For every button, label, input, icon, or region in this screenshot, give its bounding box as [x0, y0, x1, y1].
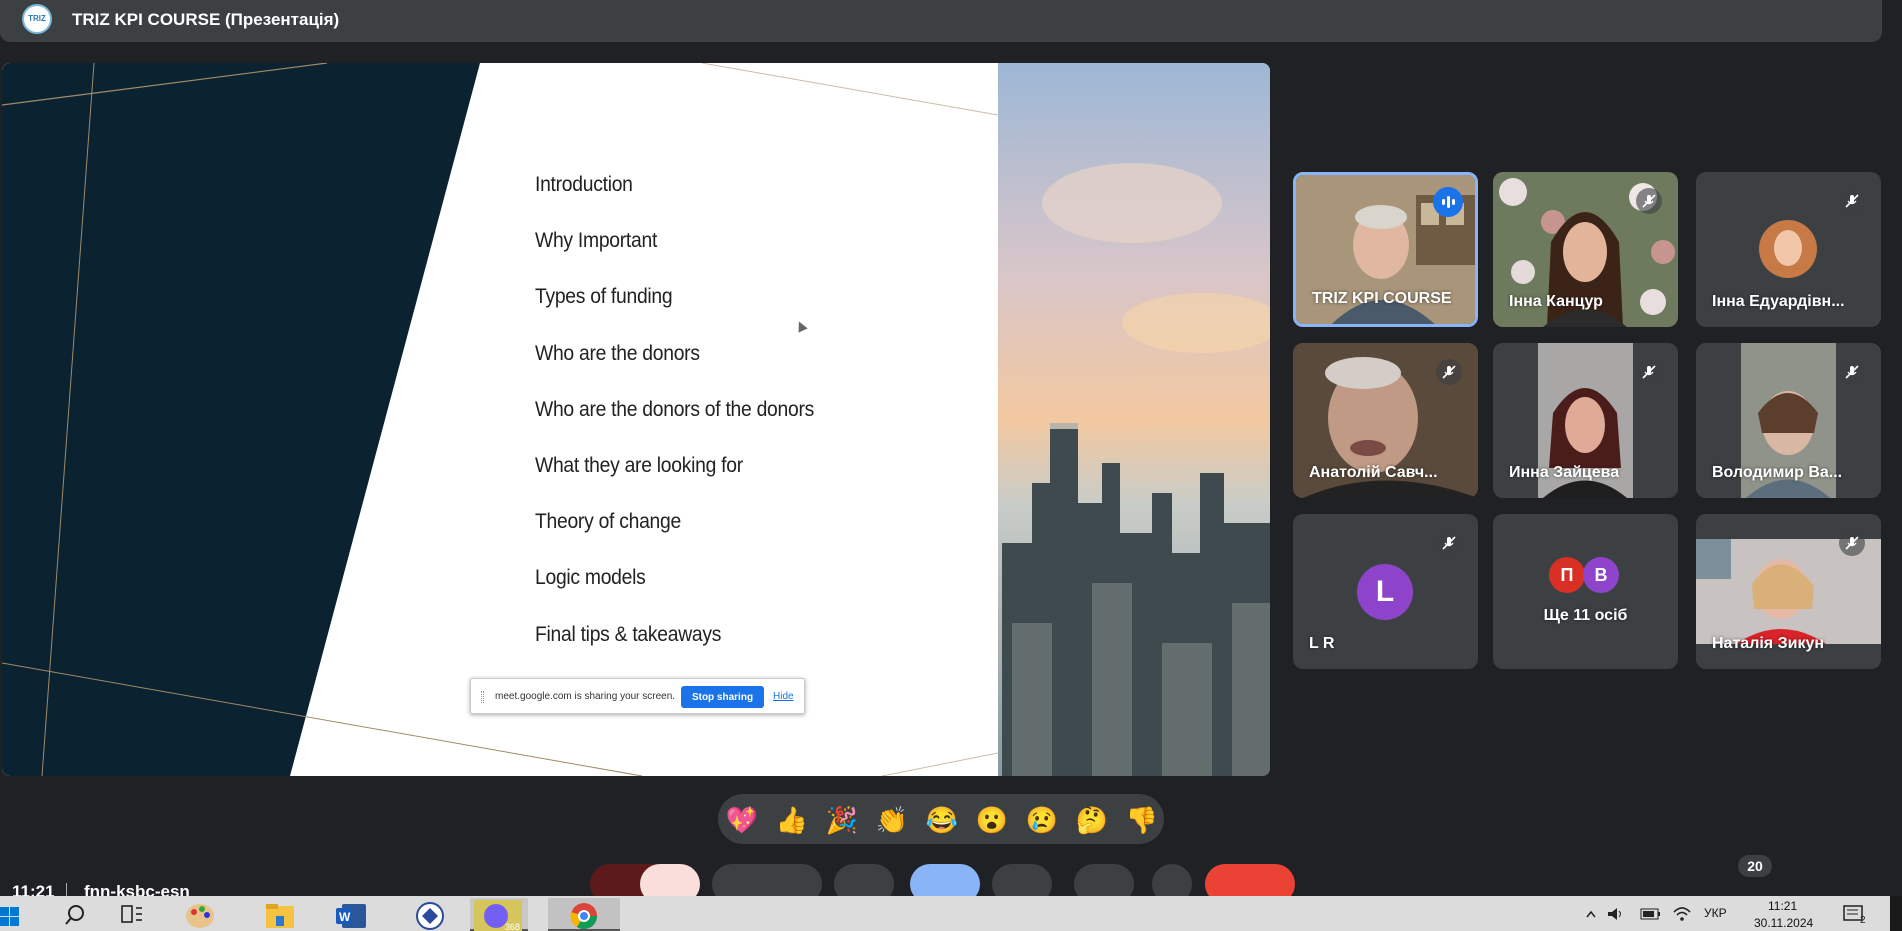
party-reaction[interactable]: 🎉: [824, 802, 860, 838]
svg-text:W: W: [339, 910, 351, 924]
viber-icon: 368: [474, 900, 522, 931]
screen-share-banner: meet.google.com is sharing your screen. …: [470, 678, 805, 714]
participant-name: Інна Канцур: [1509, 293, 1603, 310]
participant-tile[interactable]: Володимир Ва...: [1696, 343, 1881, 498]
agenda-item: Theory of change: [535, 510, 681, 534]
task-view-icon[interactable]: [110, 898, 154, 931]
file-explorer-icon[interactable]: [258, 898, 302, 931]
mic-off-icon: [1636, 188, 1662, 214]
participant-tile[interactable]: Анатолій Савч...: [1293, 343, 1478, 498]
participant-tile[interactable]: L L R: [1293, 514, 1478, 669]
viber-taskbar-item[interactable]: 368: [470, 898, 528, 931]
agenda-item: Why Important: [535, 229, 658, 253]
chrome-icon: [570, 903, 598, 930]
participant-name: Інна Едуардівн...: [1712, 293, 1845, 310]
hide-banner-link[interactable]: Hide: [773, 691, 794, 702]
volume-icon[interactable]: [1606, 906, 1626, 922]
word-icon[interactable]: W: [330, 898, 374, 931]
agenda-item: Logic models: [535, 566, 646, 590]
agenda-item: Introduction: [535, 173, 633, 196]
drag-handle-icon[interactable]: [481, 691, 484, 703]
search-icon[interactable]: [52, 898, 96, 931]
reactions-bar: 💖 👍 🎉 👏 😂 😮 😢 🤔 👎: [718, 794, 1164, 844]
speaking-indicator-icon: [1433, 187, 1463, 217]
participant-name: Наталія Зикун: [1712, 635, 1825, 652]
windows-taskbar: W 368 УКР 11:21 30.11.2024 2: [0, 896, 1902, 931]
more-participants-label: Ще 11 осіб: [1543, 607, 1628, 624]
participant-tile[interactable]: Наталія Зикун: [1696, 514, 1881, 669]
chevron-up-icon[interactable]: [1586, 910, 1596, 918]
wifi-icon[interactable]: [1672, 904, 1692, 922]
thinking-reaction[interactable]: 🤔: [1074, 802, 1110, 838]
agenda-list: Introduction Why Important Types of fund…: [535, 173, 975, 679]
thumbs-down-reaction[interactable]: 👎: [1124, 802, 1160, 838]
participant-name: Инна Зайцева: [1509, 464, 1620, 481]
paint-icon[interactable]: [178, 898, 222, 931]
shared-screen: Introduction Why Important Types of fund…: [2, 63, 1270, 776]
scrollbar[interactable]: [1890, 896, 1902, 931]
participant-tile[interactable]: Інна Канцур: [1493, 172, 1678, 327]
mic-off-icon: [1839, 188, 1865, 214]
heart-reaction[interactable]: 💖: [724, 802, 760, 838]
agenda-item: What they are looking for: [535, 453, 743, 477]
participant-tile[interactable]: Інна Едуардівн...: [1696, 172, 1881, 327]
mic-off-icon: [1436, 359, 1462, 385]
chrome-taskbar-item[interactable]: [548, 898, 620, 931]
mic-off-icon: [1436, 530, 1462, 556]
clap-reaction[interactable]: 👏: [874, 802, 910, 838]
windows-start-icon[interactable]: [0, 898, 44, 931]
meeting-title-bar: TRIZ TRIZ KPI COURSE (Презентація): [0, 0, 1882, 42]
course-logo: TRIZ: [22, 4, 52, 34]
viber-badge: 368: [505, 922, 520, 931]
sad-reaction[interactable]: 😢: [1024, 802, 1060, 838]
participant-name: Анатолій Савч...: [1309, 464, 1438, 481]
notification-count: 2: [1860, 915, 1866, 924]
participant-name: L R: [1309, 635, 1335, 652]
participants-count-badge: 20: [1738, 855, 1772, 877]
participant-tile[interactable]: Инна Зайцева: [1493, 343, 1678, 498]
mic-off-icon: [1636, 359, 1662, 385]
avatar: В: [1583, 557, 1619, 593]
laugh-reaction[interactable]: 😂: [924, 802, 960, 838]
participant-tile[interactable]: TRIZ KPI COURSE: [1293, 172, 1478, 327]
stop-sharing-button[interactable]: Stop sharing: [681, 686, 764, 708]
avatar: П: [1549, 557, 1585, 593]
mic-off-icon: [1839, 530, 1865, 556]
agenda-item: Who are the donors of the donors: [535, 397, 815, 421]
battery-icon[interactable]: [1640, 906, 1662, 922]
taskbar-time[interactable]: 11:21: [1768, 899, 1797, 913]
notifications-icon[interactable]: 2: [1842, 904, 1868, 924]
share-banner-text: meet.google.com is sharing your screen.: [495, 691, 676, 702]
avatar: L: [1357, 564, 1413, 620]
agenda-item: Final tips & takeaways: [535, 622, 722, 646]
taskbar-date[interactable]: 30.11.2024: [1754, 916, 1813, 930]
app-icon[interactable]: [408, 898, 452, 931]
thumbs-up-reaction[interactable]: 👍: [774, 802, 810, 838]
participant-name: TRIZ KPI COURSE: [1312, 290, 1452, 307]
participant-name: Володимир Ва...: [1712, 464, 1843, 481]
mic-off-icon: [1839, 359, 1865, 385]
surprised-reaction[interactable]: 😮: [974, 802, 1010, 838]
more-participants-tile[interactable]: П В Ще 11 осіб: [1493, 514, 1678, 669]
language-indicator[interactable]: УКР: [1704, 906, 1727, 920]
agenda-item: Who are the donors: [535, 341, 700, 365]
agenda-item: Types of funding: [535, 285, 673, 309]
meeting-title: TRIZ KPI COURSE (Презентація): [72, 10, 340, 29]
